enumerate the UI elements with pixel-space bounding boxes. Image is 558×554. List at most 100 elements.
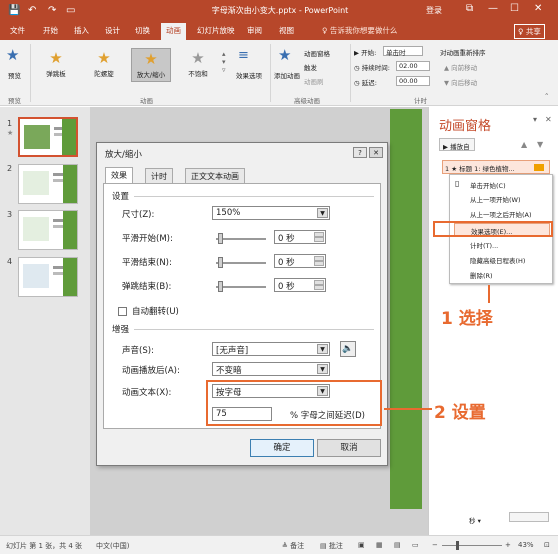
cancel-button[interactable]: 取消 bbox=[317, 439, 381, 457]
present-icon[interactable]: ▭ bbox=[66, 5, 75, 16]
zoom-out-button[interactable]: − bbox=[432, 541, 438, 549]
delay-input[interactable]: 00.00 bbox=[396, 76, 430, 86]
trigger-button[interactable]: 触发 bbox=[304, 62, 317, 72]
add-animation-button[interactable]: 添加动画 bbox=[274, 70, 300, 80]
slide-number: 3 bbox=[7, 210, 13, 219]
undo-icon[interactable]: ↶ bbox=[28, 5, 36, 16]
pane-options-icon[interactable]: ▾ bbox=[533, 115, 537, 124]
share-button[interactable]: ♀ 共享 bbox=[514, 24, 545, 39]
animation-painter-button[interactable]: 动画刷 bbox=[304, 76, 324, 86]
slide-thumbnail-3[interactable] bbox=[18, 210, 78, 250]
zoom-in-button[interactable]: + bbox=[505, 541, 511, 549]
animation-spin[interactable]: ★ 陀螺旋 bbox=[84, 48, 124, 82]
language-indicator[interactable]: 中文(中国) bbox=[96, 541, 129, 551]
effect-options-button[interactable]: 效果选项 bbox=[236, 70, 262, 80]
animation-grow-shrink[interactable]: ★ 放大/缩小 bbox=[131, 48, 171, 82]
play-from-button[interactable]: ▶ 播放自 bbox=[439, 138, 475, 151]
smooth-start-input[interactable]: 0 秒 bbox=[274, 230, 326, 244]
redo-icon[interactable]: ↷ bbox=[48, 5, 56, 16]
size-dropdown[interactable]: 150% ▼ bbox=[212, 206, 330, 220]
animation-desaturate[interactable]: ★ 不饱和 bbox=[178, 48, 218, 82]
spin-down-icon[interactable] bbox=[314, 285, 324, 290]
gallery-scroll[interactable]: ▴ ▾ ▿ bbox=[222, 50, 226, 74]
smooth-end-label: 平滑结束(N): bbox=[122, 258, 172, 268]
start-dropdown[interactable]: 单击时 bbox=[383, 46, 423, 57]
move-up-icon[interactable]: ▲ bbox=[521, 140, 527, 149]
menu-item-on-click[interactable]: 单击开始(C) bbox=[470, 180, 506, 190]
tab-review[interactable]: 审阅 bbox=[247, 25, 262, 36]
duration-input[interactable]: 02.00 bbox=[396, 61, 430, 71]
slide-thumbnail-1[interactable] bbox=[18, 117, 78, 157]
slide-image bbox=[23, 264, 49, 288]
save-icon[interactable]: 💾 bbox=[8, 5, 20, 16]
animation-pane-button[interactable]: 动画窗格 bbox=[304, 48, 330, 58]
move-earlier-button[interactable]: ▲ 向前移动 bbox=[444, 62, 477, 72]
tab-animations[interactable]: 动画 bbox=[161, 23, 186, 40]
zoom-slider-handle[interactable] bbox=[456, 541, 459, 550]
menu-item-with-previous[interactable]: 从上一项开始(W) bbox=[470, 194, 521, 204]
login-button[interactable]: 登录 bbox=[426, 5, 442, 16]
bounce-end-slider-track[interactable] bbox=[216, 286, 266, 288]
smooth-end-slider-handle[interactable] bbox=[218, 257, 223, 268]
tab-slideshow[interactable]: 幻灯片放映 bbox=[197, 25, 235, 36]
effect-options-dialog: 放大/缩小 ? ✕ 效果 计时 正文文本动画 设置 尺寸(Z): 150% ▼ 平… bbox=[96, 142, 388, 466]
zoom-level[interactable]: 43% bbox=[518, 541, 534, 549]
menu-item-hide-timeline[interactable]: 隐藏高级日程表(H) bbox=[470, 255, 525, 265]
smooth-end-slider-track[interactable] bbox=[216, 262, 266, 264]
move-down-icon[interactable]: ▼ bbox=[537, 140, 543, 149]
tab-home[interactable]: 开始 bbox=[43, 25, 58, 36]
timeline-scale[interactable] bbox=[509, 512, 549, 522]
chevron-down-icon: ▼ bbox=[317, 344, 328, 354]
dialog-close-icon[interactable]: ✕ bbox=[369, 147, 383, 158]
menu-item-timing[interactable]: 计时(T)... bbox=[470, 240, 498, 250]
ok-button[interactable]: 确定 bbox=[250, 439, 314, 457]
spin-down-icon[interactable] bbox=[314, 237, 324, 242]
zoom-slider-track[interactable] bbox=[442, 545, 502, 546]
smooth-start-slider-track[interactable] bbox=[216, 238, 266, 240]
reading-view-icon[interactable]: ▤ bbox=[394, 541, 401, 549]
after-animation-dropdown[interactable]: 不变暗 ▼ bbox=[212, 362, 330, 376]
tab-text-animation[interactable]: 正文文本动画 bbox=[185, 168, 245, 183]
bounce-end-slider-handle[interactable] bbox=[218, 281, 223, 292]
collapse-ribbon-icon[interactable]: ⌃ bbox=[544, 92, 549, 100]
tab-design[interactable]: 设计 bbox=[105, 25, 120, 36]
tab-effect[interactable]: 效果 bbox=[105, 167, 133, 183]
normal-view-icon[interactable]: ▣ bbox=[358, 541, 365, 549]
spin-down-icon[interactable] bbox=[314, 261, 324, 266]
pane-close-icon[interactable]: ✕ bbox=[545, 115, 552, 124]
move-later-button[interactable]: ▼ 向后移动 bbox=[444, 77, 477, 87]
help-icon[interactable]: ? bbox=[353, 147, 367, 158]
restore-icon[interactable]: ⧉ bbox=[466, 3, 473, 14]
tab-timing[interactable]: 计时 bbox=[145, 168, 173, 183]
sorter-view-icon[interactable]: ▦ bbox=[376, 541, 383, 549]
sound-dropdown[interactable]: [无声音] ▼ bbox=[212, 342, 330, 356]
seconds-dropdown[interactable]: 秒 ▾ bbox=[469, 515, 481, 525]
speaker-icon[interactable]: 🔈 bbox=[340, 341, 356, 357]
slide-thumbnail-2[interactable] bbox=[18, 164, 78, 204]
tab-view[interactable]: 视图 bbox=[279, 25, 294, 36]
menu-item-after-previous[interactable]: 从上一项之后开始(A) bbox=[470, 209, 532, 219]
preview-icon[interactable]: ★ bbox=[6, 46, 19, 64]
tab-insert[interactable]: 插入 bbox=[74, 25, 89, 36]
notes-button[interactable]: ≜ 备注 bbox=[282, 541, 304, 551]
bounce-end-input[interactable]: 0 秒 bbox=[274, 278, 326, 292]
close-icon[interactable]: ✕ bbox=[534, 3, 542, 14]
auto-reverse-checkbox[interactable] bbox=[118, 307, 127, 316]
smooth-end-input[interactable]: 0 秒 bbox=[274, 254, 326, 268]
comments-button[interactable]: ▤ 批注 bbox=[320, 541, 343, 551]
slide-thumbnail-4[interactable] bbox=[18, 257, 78, 297]
divider bbox=[134, 196, 374, 197]
animation-list-item[interactable]: 1 ★ 标题 1: 绿色植物... bbox=[442, 160, 550, 174]
minimize-icon[interactable]: — bbox=[488, 3, 498, 14]
maximize-icon[interactable]: ☐ bbox=[510, 3, 519, 14]
animation-bounce[interactable]: ★ 弹跳板 bbox=[36, 48, 76, 82]
tab-file[interactable]: 文件 bbox=[10, 25, 25, 36]
slideshow-view-icon[interactable]: ▭ bbox=[412, 541, 419, 549]
smooth-start-slider-handle[interactable] bbox=[218, 233, 223, 244]
menu-item-remove[interactable]: 删除(R) bbox=[470, 270, 493, 280]
dialog-body: 设置 尺寸(Z): 150% ▼ 平滑开始(M): 0 秒 平滑结束(N): 0 … bbox=[103, 183, 382, 429]
fit-slide-icon[interactable]: ⊡ bbox=[544, 541, 550, 549]
tell-me-search[interactable]: ♀ 告诉我你想要做什么 bbox=[322, 25, 397, 36]
tab-transitions[interactable]: 切换 bbox=[135, 25, 150, 36]
preview-button[interactable]: 预览 bbox=[8, 70, 21, 80]
